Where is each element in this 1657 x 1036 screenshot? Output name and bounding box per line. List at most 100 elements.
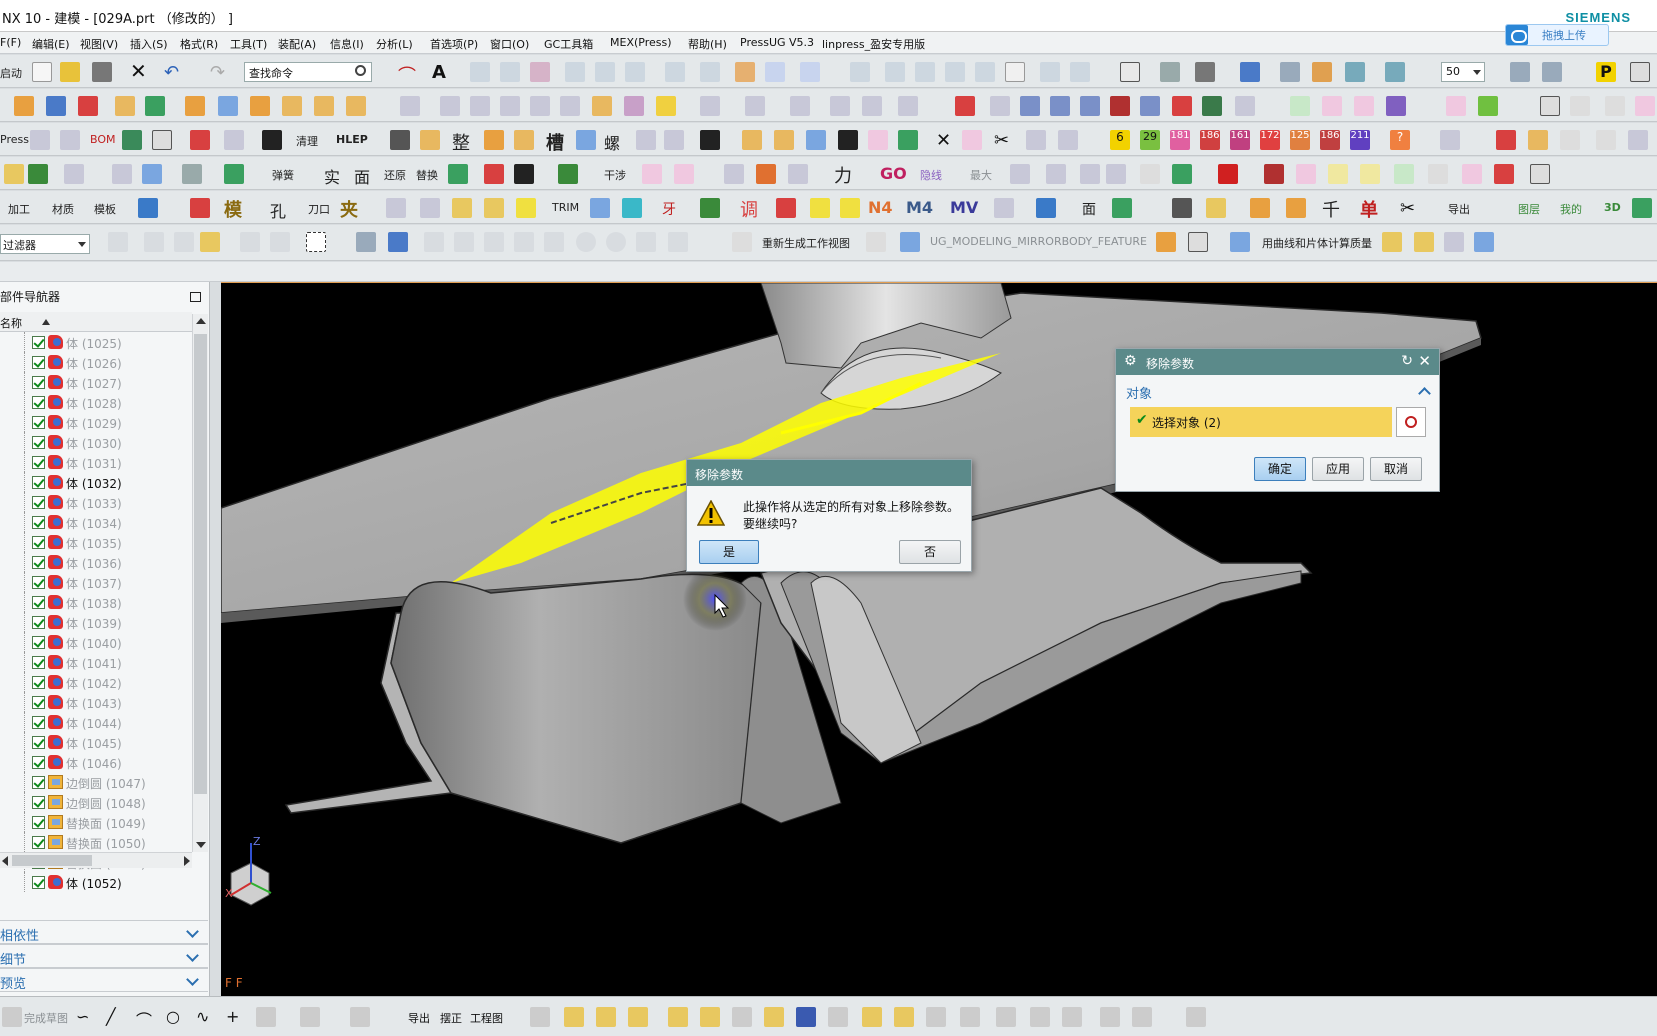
tree-row[interactable]: 边倒圆 (1047) [0, 772, 192, 792]
row6-tool-i-icon[interactable] [454, 232, 474, 252]
navigator-vertical-scrollbar[interactable] [192, 314, 208, 852]
menu-format[interactable]: 格式(R) [180, 36, 218, 52]
spline2-icon[interactable]: ∿ [196, 1007, 216, 1027]
visibility-checkbox[interactable] [32, 376, 45, 389]
row6-tool-r-icon[interactable] [1188, 232, 1208, 252]
tree-row[interactable]: 体 (1037) [0, 572, 192, 592]
tree-row[interactable]: 体 (1040) [0, 632, 192, 652]
visibility-checkbox[interactable] [32, 816, 45, 829]
screw-label[interactable]: 螺 [604, 130, 620, 154]
column-header-name[interactable]: 名称 [0, 312, 192, 332]
hole-label[interactable]: 孔 [270, 198, 286, 222]
wrench-icon[interactable] [420, 130, 440, 150]
clamp-label[interactable]: 夹 [340, 196, 358, 222]
row3-tool-w-icon[interactable] [1560, 130, 1580, 150]
row6-tool-f-icon[interactable] [356, 232, 376, 252]
polygon-icon[interactable] [256, 1007, 276, 1027]
row5-tool-p-icon[interactable] [1172, 198, 1192, 218]
visibility-checkbox[interactable] [32, 736, 45, 749]
plane-icon[interactable] [665, 62, 685, 82]
tree-row[interactable]: 体 (1046) [0, 752, 192, 772]
draft-icon[interactable] [250, 96, 270, 116]
cleanup-label[interactable]: 清理 [296, 133, 318, 149]
max-label[interactable]: 最大 [970, 167, 992, 183]
bottom-tool-j-icon[interactable] [764, 1007, 784, 1027]
press-label[interactable]: Press [0, 133, 29, 146]
scroll-down-icon[interactable] [196, 842, 206, 848]
row5-tool-k-icon[interactable] [776, 198, 796, 218]
undo-icon[interactable]: ↶ [164, 62, 184, 83]
bottom-tool-e-icon[interactable] [596, 1007, 616, 1027]
cross-icon[interactable]: ✕ [936, 130, 956, 151]
visibility-checkbox[interactable] [32, 456, 45, 469]
row6-tool-k-icon[interactable] [514, 232, 534, 252]
tool-f-icon[interactable] [1140, 96, 1160, 116]
row4-tool-q-icon[interactable] [1080, 164, 1100, 184]
bottom-tool-d-icon[interactable] [564, 1007, 584, 1027]
intersect-icon[interactable] [915, 62, 935, 82]
bottom-tool-o-icon[interactable] [926, 1007, 946, 1027]
bom-label[interactable]: BOM [90, 133, 116, 146]
tree-row[interactable]: 体 (1035) [0, 532, 192, 552]
row4-tool-v-icon[interactable] [1328, 164, 1348, 184]
selection-filter-select[interactable]: 过滤器 [0, 234, 90, 254]
row6-tool-b-icon[interactable] [144, 232, 164, 252]
row6-tool-c-icon[interactable] [200, 232, 220, 252]
row4-tool-a-icon[interactable] [4, 164, 24, 184]
tree-row[interactable]: 体 (1038) [0, 592, 192, 612]
upload-button[interactable]: 拖拽上传 [1505, 24, 1609, 46]
row5-tool-j-icon[interactable] [700, 198, 720, 218]
bottom-tool-u-icon[interactable] [1132, 1007, 1152, 1027]
visibility-checkbox[interactable] [32, 356, 45, 369]
row6-tool-s-icon[interactable] [1230, 232, 1250, 252]
row4-tool-u-icon[interactable] [1296, 164, 1316, 184]
num-172-icon[interactable]: 172 [1260, 130, 1280, 150]
wireframe-icon[interactable] [1280, 62, 1300, 82]
rect-select-icon[interactable] [306, 232, 326, 252]
row6-tool-g-icon[interactable] [388, 232, 408, 252]
plus-icon[interactable] [1172, 164, 1192, 184]
row4-tool-r-icon[interactable] [1106, 164, 1126, 184]
row4-tool-o-icon[interactable] [1010, 164, 1030, 184]
row3-tool-v-icon[interactable] [1528, 130, 1548, 150]
tree-row[interactable]: 体 (1025) [0, 332, 192, 352]
bottom-tool-l-icon[interactable] [828, 1007, 848, 1027]
help-label[interactable]: HLEP [336, 133, 368, 146]
go-label[interactable]: GO [880, 164, 907, 183]
divide-icon[interactable] [1070, 62, 1090, 82]
arc-icon[interactable]: ⌒ [398, 62, 418, 87]
row4-tool-z-icon[interactable] [1462, 164, 1482, 184]
row4-tool-w-icon[interactable] [1360, 164, 1380, 184]
arrow-right-icon[interactable] [1218, 164, 1238, 184]
row3-tool-p-icon[interactable] [838, 130, 858, 150]
help-icon[interactable]: ? [1390, 130, 1410, 150]
tool-m-icon[interactable] [1386, 96, 1406, 116]
tree-row[interactable]: 体 (1041) [0, 652, 192, 672]
confirm-titlebar[interactable]: 移除参数 [687, 460, 971, 486]
qian-label[interactable]: 千 [1322, 196, 1340, 222]
row5-tool-o-icon[interactable] [1036, 198, 1056, 218]
tool-a-icon[interactable] [990, 96, 1010, 116]
shell-icon[interactable] [282, 96, 302, 116]
row4-tool-d-icon[interactable] [142, 164, 162, 184]
visibility-checkbox[interactable] [32, 536, 45, 549]
menu-assembly[interactable]: 装配(A) [278, 36, 316, 52]
visibility-checkbox[interactable] [32, 336, 45, 349]
row5-tool-l-icon[interactable] [810, 198, 830, 218]
close-icon[interactable]: ✕ [1418, 352, 1431, 370]
layer-settings-icon[interactable] [1510, 62, 1530, 82]
sketch-icon[interactable] [500, 62, 520, 82]
frame-icon[interactable] [152, 130, 172, 150]
bottom-tool-i-icon[interactable] [732, 1007, 752, 1027]
find-command-input[interactable]: 查找命令 [244, 62, 372, 82]
row5-tool-s-icon[interactable] [1286, 198, 1306, 218]
bottom-tool-h-icon[interactable] [700, 1007, 720, 1027]
machining-label[interactable]: 加工 [8, 201, 30, 217]
export-label[interactable]: 导出 [1448, 201, 1470, 217]
chamfer-icon[interactable] [862, 96, 882, 116]
text-icon[interactable]: A [432, 62, 452, 83]
num-161-icon[interactable]: 161 [1230, 130, 1250, 150]
row4-tool-b-icon[interactable] [64, 164, 84, 184]
bottom-tool-p-icon[interactable] [960, 1007, 980, 1027]
emboss-icon[interactable] [314, 96, 334, 116]
